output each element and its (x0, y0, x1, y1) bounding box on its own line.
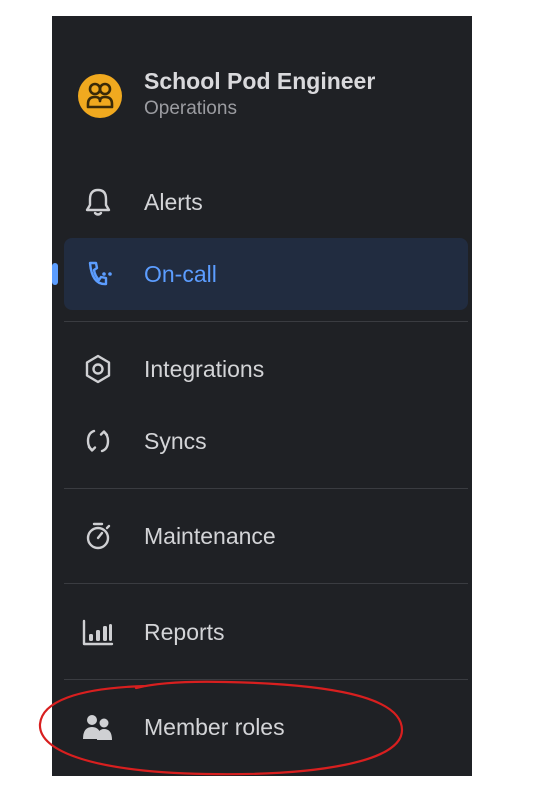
nav-label-maintenance: Maintenance (144, 523, 276, 549)
nav-label-integrations: Integrations (144, 356, 265, 382)
nav-label-alerts: Alerts (144, 189, 203, 215)
divider (64, 321, 468, 322)
nav-item-on-call[interactable]: On-call (52, 238, 468, 310)
divider (64, 488, 468, 489)
nav-label-member-roles: Member roles (144, 714, 285, 740)
active-indicator (52, 263, 58, 285)
hexagon-icon (85, 354, 111, 384)
phone-call-icon (88, 261, 112, 286)
stopwatch-icon (86, 522, 111, 550)
nav-item-reports[interactable]: Reports (64, 596, 468, 668)
nav-label-on-call: On-call (144, 261, 217, 287)
nav-item-syncs[interactable]: Syncs (64, 405, 468, 477)
nav-item-integrations[interactable]: Integrations (64, 333, 468, 405)
bell-icon (85, 188, 111, 216)
workspace-subtitle: Operations (144, 98, 237, 119)
workspace-header[interactable]: School Pod Engineer Operations (78, 68, 438, 124)
sync-icon (86, 429, 110, 453)
nav-label-syncs: Syncs (144, 428, 207, 454)
nav-item-alerts[interactable]: Alerts (64, 166, 468, 238)
divider (64, 583, 468, 584)
divider (64, 679, 468, 680)
users-face-icon (86, 82, 114, 109)
bar-chart-icon (82, 619, 114, 646)
workspace-name: School Pod Engineer (144, 68, 376, 94)
workspace-avatar (78, 74, 122, 118)
sidebar-panel: School Pod Engineer Operations Alerts On… (52, 16, 472, 776)
nav-item-member-roles[interactable]: Member roles (64, 691, 468, 763)
people-icon (83, 715, 112, 740)
nav-item-maintenance[interactable]: Maintenance (64, 500, 468, 572)
nav-label-reports: Reports (144, 619, 225, 645)
